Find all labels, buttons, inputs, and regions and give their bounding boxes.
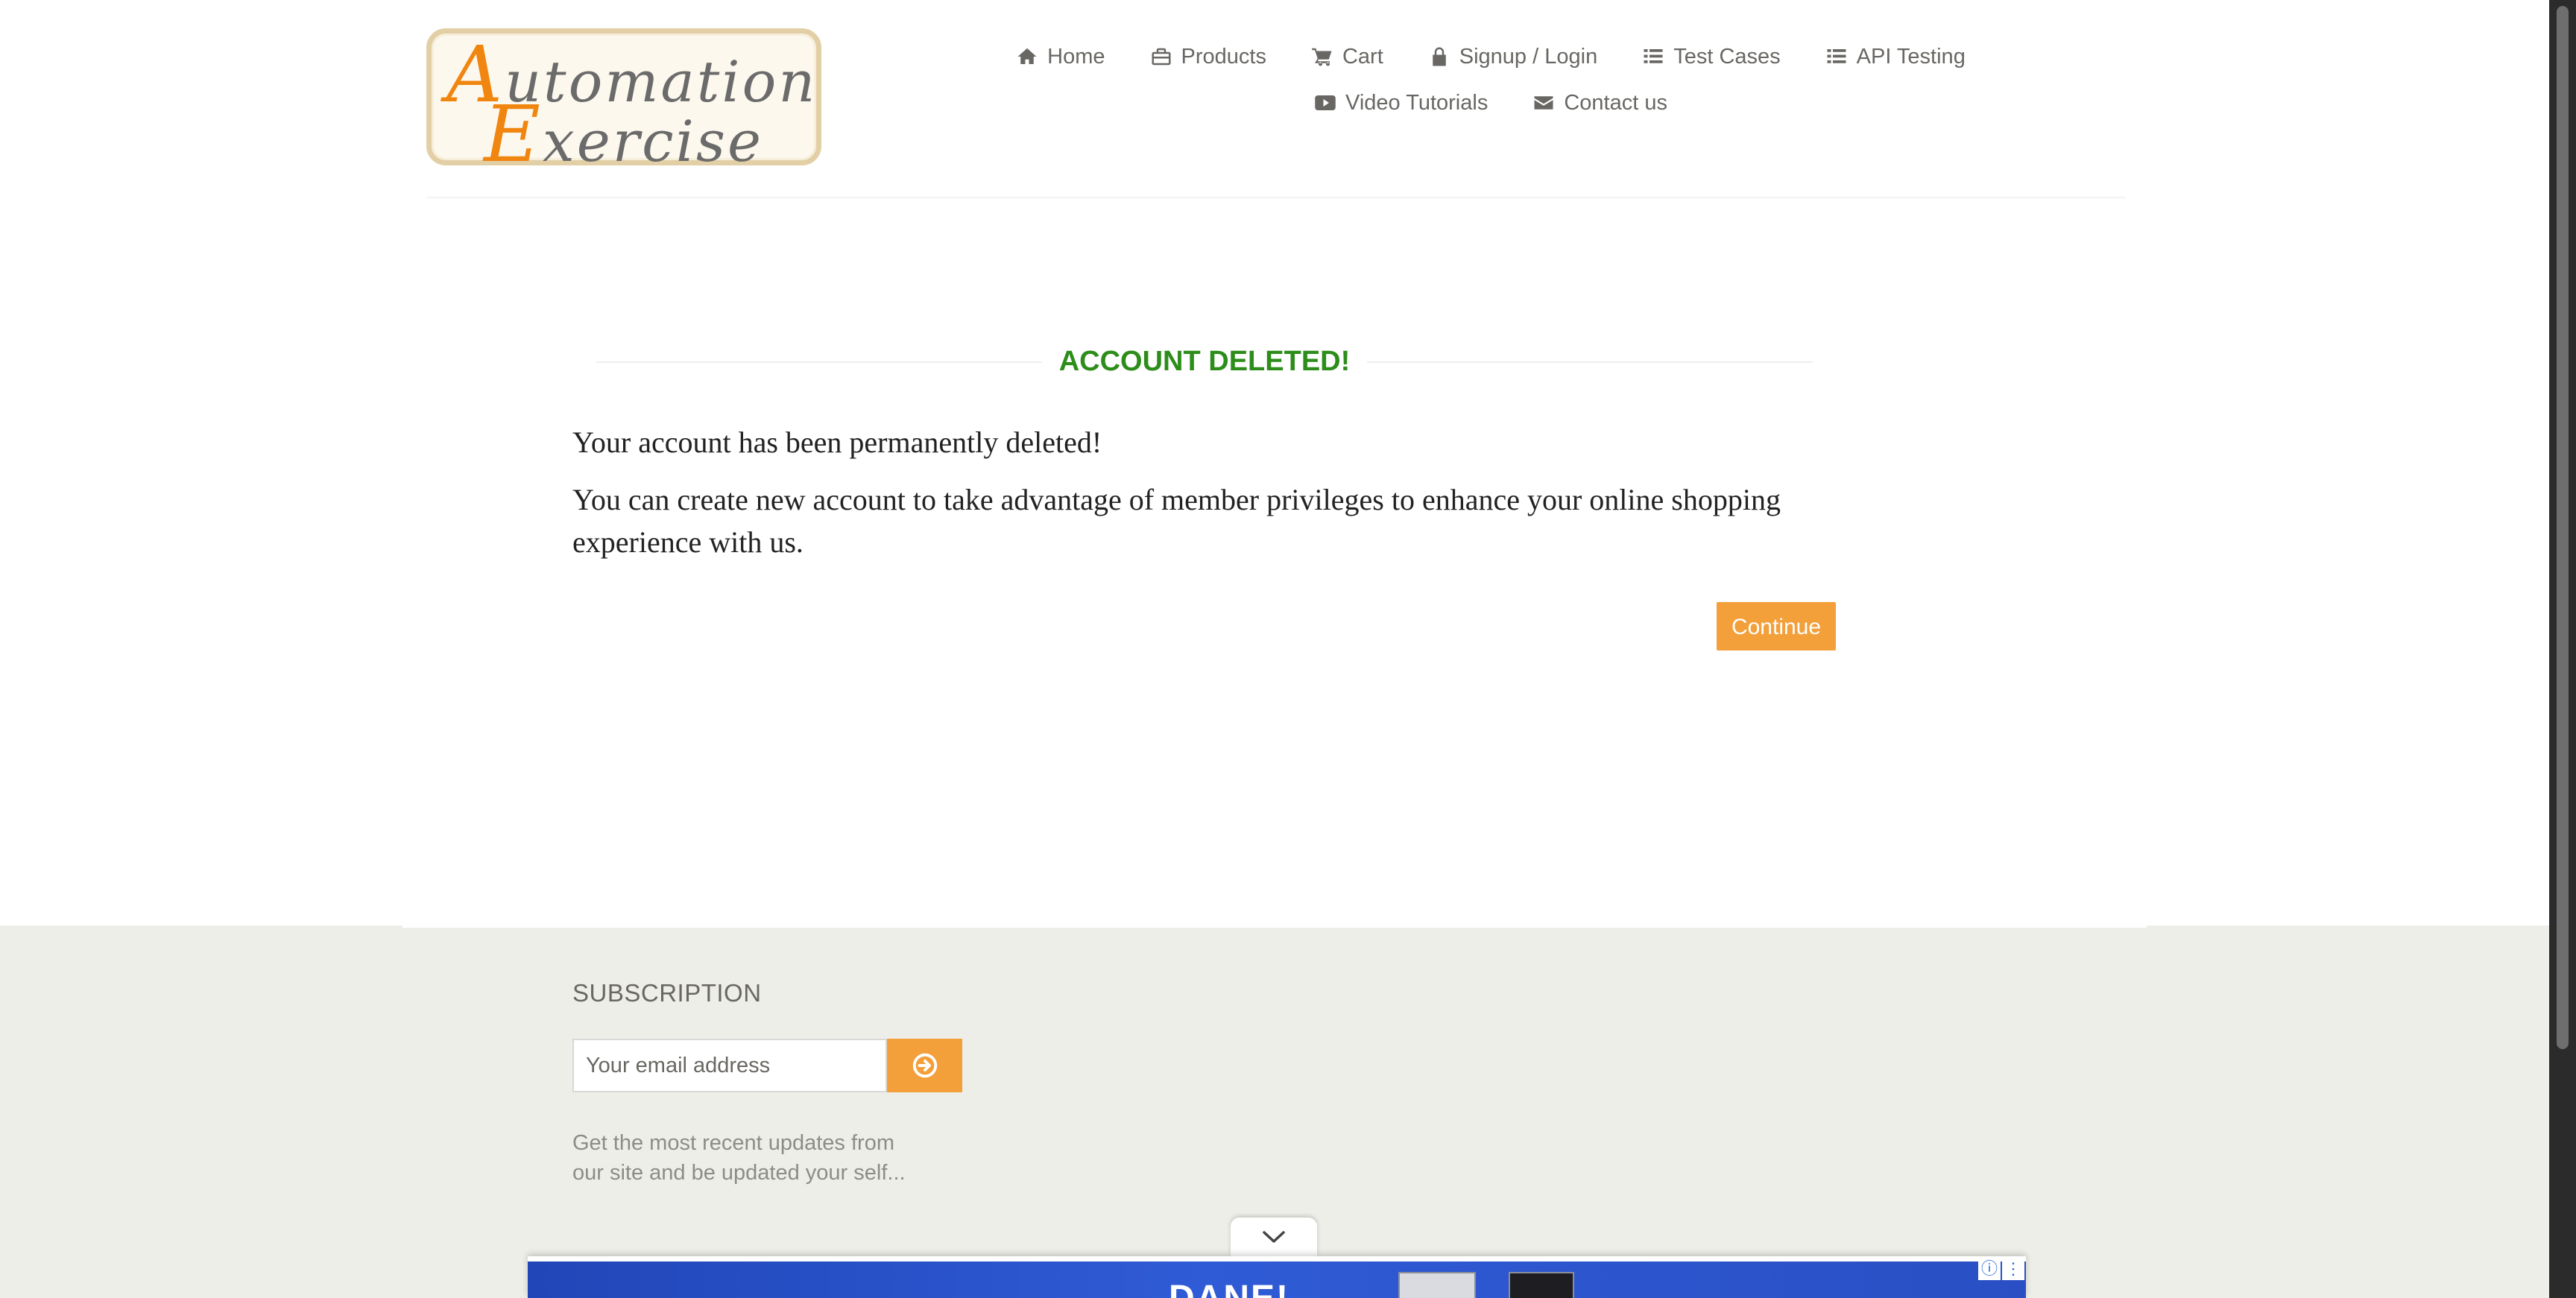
nav-label-video-tutorials: Video Tutorials [1345, 90, 1489, 115]
ad-options-icon[interactable]: ⋮ [2002, 1258, 2024, 1280]
nav-item-signup-login[interactable]: Signup / Login [1428, 42, 1597, 72]
nav-label-contact-us: Contact us [1564, 90, 1667, 115]
heading-rule-left [596, 361, 1042, 363]
create-account-message: You can create new account to take advan… [572, 483, 1781, 559]
subscription-email-input[interactable] [572, 1039, 887, 1092]
lock-icon [1433, 47, 1446, 66]
briefcase-icon [1152, 48, 1171, 66]
logo-line-2: Exercise [484, 89, 763, 180]
ad-collapse-toggle[interactable] [1231, 1218, 1317, 1256]
home-icon [1017, 48, 1037, 64]
nav-item-video-tutorials[interactable]: Video Tutorials [1314, 88, 1488, 118]
chevron-down-icon [1263, 1231, 1285, 1243]
list-icon [1644, 49, 1663, 63]
nav-item-test-cases[interactable]: Test Cases [1642, 42, 1781, 72]
continue-button[interactable]: Continue [1717, 602, 1836, 650]
nav-label-api-testing: API Testing [1856, 44, 1966, 69]
envelope-icon [1534, 96, 1553, 110]
nav-item-api-testing[interactable]: API Testing [1825, 42, 1966, 72]
nav-label-test-cases: Test Cases [1673, 44, 1781, 69]
logo-cap-e: E [484, 89, 543, 180]
page: Automation Exercise Home Products Cart S… [0, 0, 2549, 1298]
nav-label-products: Products [1181, 44, 1266, 69]
nav-item-contact-us[interactable]: Contact us [1532, 88, 1667, 118]
nav-label-cart: Cart [1342, 44, 1383, 69]
ad-text: DANE! [1169, 1278, 1289, 1298]
header-divider [426, 197, 2126, 198]
account-deleted-heading: ACCOUNT DELETED! [596, 343, 1813, 380]
ad-product-image [1509, 1272, 1574, 1298]
ad-banner-frame: DANE! ⓘ ⋮ [528, 1256, 2026, 1298]
page-title: ACCOUNT DELETED! [1058, 346, 1351, 377]
list-icon [1827, 49, 1846, 63]
site-logo[interactable]: Automation Exercise [426, 28, 821, 180]
cart-icon [1312, 48, 1332, 66]
subscription-description: Get the most recent updates from our sit… [572, 1131, 906, 1185]
scrollbar-thumb[interactable] [2557, 6, 2569, 1049]
nav-item-home[interactable]: Home [1016, 42, 1105, 72]
ad-banner[interactable]: DANE! [528, 1261, 2026, 1298]
ad-product-image [1398, 1272, 1476, 1298]
arrow-circle-right-icon [912, 1053, 937, 1078]
deleted-message: Your account has been permanently delete… [572, 425, 1102, 459]
nav-label-home: Home [1047, 44, 1105, 69]
ad-info-icon[interactable]: ⓘ [1978, 1258, 2001, 1280]
youtube-play-icon [1315, 95, 1336, 110]
logo-text-exercise: xercise [542, 108, 763, 174]
nav-label-signup-login: Signup / Login [1459, 44, 1598, 69]
heading-rule-right [1367, 361, 1813, 363]
nav-item-cart[interactable]: Cart [1311, 42, 1383, 72]
subscription-title: SUBSCRIPTION [572, 979, 762, 1007]
vertical-scrollbar[interactable] [2549, 0, 2576, 1298]
footer-divider [402, 925, 2147, 928]
main-nav: Home Products Cart Signup / Login Test C… [969, 42, 2012, 118]
nav-item-products[interactable]: Products [1150, 42, 1266, 72]
subscribe-button[interactable] [887, 1039, 962, 1092]
